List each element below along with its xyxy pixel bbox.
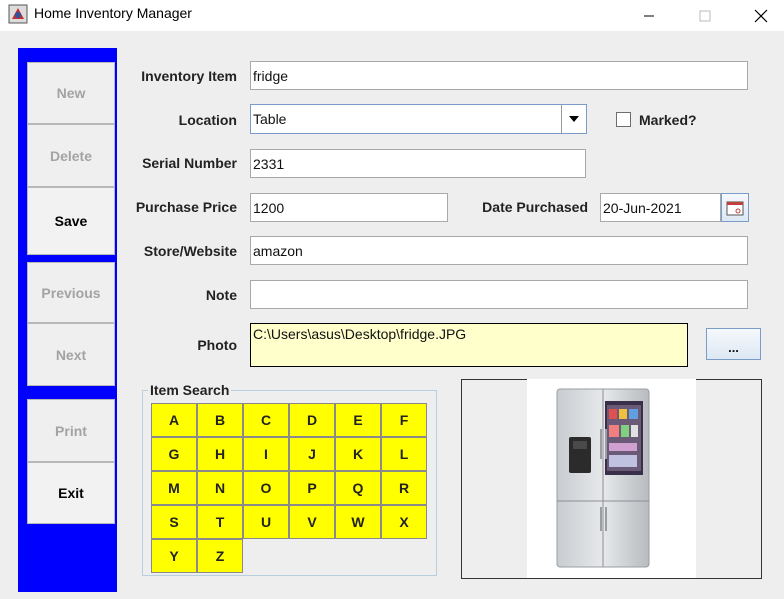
next-button[interactable]: Next bbox=[27, 323, 115, 386]
new-button[interactable]: New bbox=[27, 62, 115, 124]
letter-button-s[interactable]: S bbox=[151, 505, 197, 539]
letter-button-g[interactable]: G bbox=[151, 437, 197, 471]
letter-button-w[interactable]: W bbox=[335, 505, 381, 539]
print-button[interactable]: Print bbox=[27, 399, 115, 462]
inventory-item-field[interactable]: fridge bbox=[250, 61, 748, 90]
save-button[interactable]: Save bbox=[27, 187, 115, 255]
location-combo[interactable]: Table bbox=[250, 104, 587, 134]
date-purchased-field[interactable]: 20-Jun-2021 bbox=[600, 193, 721, 222]
inventory-item-label: Inventory Item bbox=[141, 68, 237, 84]
fridge-photo bbox=[527, 379, 696, 578]
item-search-title: Item Search bbox=[148, 382, 232, 398]
date-purchased-label: Date Purchased bbox=[482, 199, 588, 215]
letter-button-t[interactable]: T bbox=[197, 505, 243, 539]
location-value: Table bbox=[253, 111, 287, 127]
location-dropdown-button[interactable] bbox=[561, 105, 586, 133]
fridge-image bbox=[556, 388, 650, 568]
note-field[interactable] bbox=[250, 280, 748, 309]
store-website-field[interactable]: amazon bbox=[250, 236, 748, 265]
letter-button-o[interactable]: O bbox=[243, 471, 289, 505]
title-bar: Home Inventory Manager bbox=[0, 0, 784, 31]
letter-button-x[interactable]: X bbox=[381, 505, 427, 539]
date-picker-button[interactable] bbox=[721, 193, 749, 222]
marked-checkbox[interactable] bbox=[616, 112, 631, 127]
previous-button[interactable]: Previous bbox=[27, 262, 115, 323]
letter-button-m[interactable]: M bbox=[151, 471, 197, 505]
purchase-price-label: Purchase Price bbox=[135, 199, 237, 215]
maximize-button[interactable] bbox=[682, 0, 728, 31]
letter-button-b[interactable]: B bbox=[197, 403, 243, 437]
serial-number-label: Serial Number bbox=[142, 155, 237, 171]
letter-button-z[interactable]: Z bbox=[197, 539, 243, 573]
letter-button-u[interactable]: U bbox=[243, 505, 289, 539]
letter-button-k[interactable]: K bbox=[335, 437, 381, 471]
exit-button[interactable]: Exit bbox=[27, 462, 115, 524]
close-button[interactable] bbox=[738, 0, 784, 31]
letter-button-p[interactable]: P bbox=[289, 471, 335, 505]
photo-path-field: C:\Users\asus\Desktop\fridge.JPG bbox=[250, 323, 688, 367]
letter-button-f[interactable]: F bbox=[381, 403, 427, 437]
location-label: Location bbox=[178, 112, 237, 128]
letter-button-d[interactable]: D bbox=[289, 403, 335, 437]
java-app-icon bbox=[8, 4, 28, 24]
chevron-down-icon bbox=[569, 116, 579, 122]
letter-button-j[interactable]: J bbox=[289, 437, 335, 471]
photo-label: Photo bbox=[197, 337, 237, 353]
serial-number-field[interactable]: 2331 bbox=[250, 149, 586, 178]
letter-button-v[interactable]: V bbox=[289, 505, 335, 539]
letter-button-r[interactable]: R bbox=[381, 471, 427, 505]
letter-button-e[interactable]: E bbox=[335, 403, 381, 437]
store-website-label: Store/Website bbox=[143, 243, 237, 259]
letter-button-a[interactable]: A bbox=[151, 403, 197, 437]
close-icon bbox=[754, 9, 768, 22]
letter-button-i[interactable]: I bbox=[243, 437, 289, 471]
minimize-icon bbox=[644, 15, 654, 16]
purchase-price-field[interactable]: 1200 bbox=[250, 193, 448, 222]
minimize-button[interactable] bbox=[626, 0, 672, 31]
maximize-icon bbox=[699, 10, 711, 21]
letter-button-n[interactable]: N bbox=[197, 471, 243, 505]
letter-button-h[interactable]: H bbox=[197, 437, 243, 471]
marked-label: Marked? bbox=[639, 112, 697, 128]
calendar-icon bbox=[726, 201, 744, 215]
delete-button[interactable]: Delete bbox=[27, 124, 115, 187]
browse-photo-button[interactable]: ... bbox=[706, 328, 761, 360]
letter-button-c[interactable]: C bbox=[243, 403, 289, 437]
note-label: Note bbox=[205, 287, 237, 303]
letter-button-q[interactable]: Q bbox=[335, 471, 381, 505]
letter-button-y[interactable]: Y bbox=[151, 539, 197, 573]
letter-button-l[interactable]: L bbox=[381, 437, 427, 471]
window-title: Home Inventory Manager bbox=[34, 5, 192, 21]
